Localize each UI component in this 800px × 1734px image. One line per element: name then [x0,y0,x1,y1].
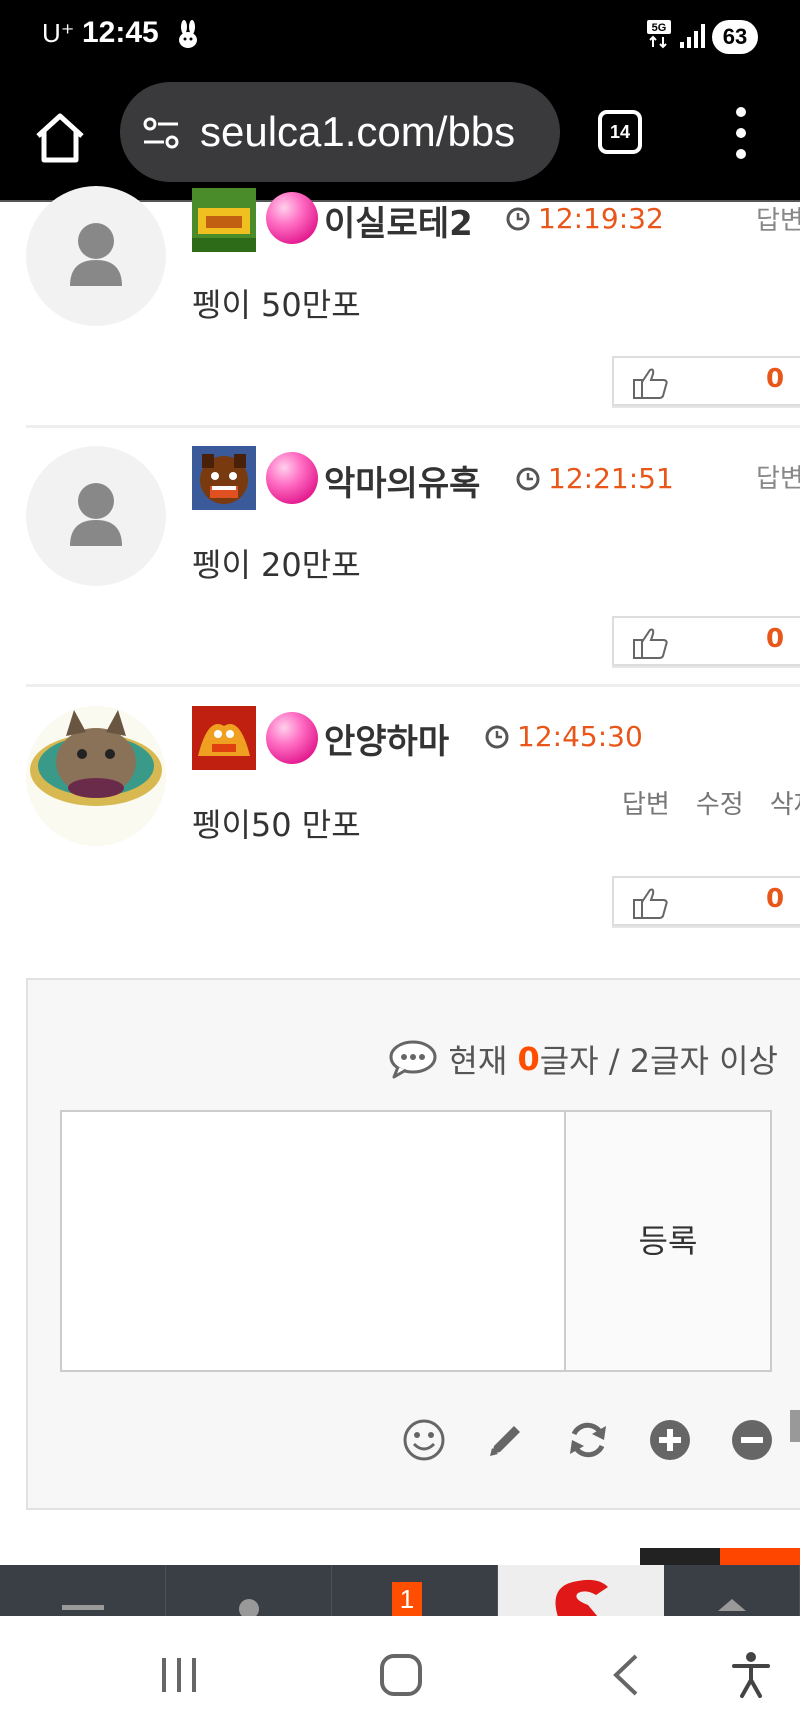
speech-bubble-icon [389,1040,437,1079]
divider [26,684,800,687]
divider [26,425,800,428]
like-button[interactable]: 0 [612,356,800,406]
counter-prefix: 현재 [448,1042,508,1080]
svg-text:5G: 5G [652,22,667,34]
char-counter: 현재 0 글자 / 2글자 이상 [388,1036,778,1082]
comment-time: 12:21:51 [548,462,674,495]
tab-switcher-button[interactable]: 14 [598,110,642,154]
rabbit-icon [179,20,197,48]
clock-time: 12:45 [82,16,159,49]
system-nav-bar [0,1616,800,1734]
menu-icon [62,1605,104,1610]
person-icon [70,223,122,286]
site-settings-icon[interactable] [140,112,182,154]
more-options-icon[interactable] [730,106,752,160]
like-button[interactable]: 0 [612,616,800,666]
scrollbar-thumb[interactable] [790,1410,800,1442]
comment-author[interactable]: 악마의유혹 [324,456,480,505]
submit-button[interactable]: 등록 [564,1110,772,1372]
comment-form: 현재 0 글자 / 2글자 이상 등록 [26,978,800,1510]
thumbs-up-icon [633,628,668,659]
person-icon [70,483,122,546]
address-bar[interactable]: seulca1.com/bbs [120,82,560,182]
s-logo-icon [498,1565,664,1617]
user-icon [239,1599,259,1619]
counter-value: 0 [517,1040,540,1078]
comment-text: 펭이 20만포 [192,546,361,584]
counter-suffix: 글자 / 2글자 이상 [539,1042,778,1080]
notification-badge: 1 [392,1582,422,1616]
thumbs-up-icon [633,368,668,399]
back-icon[interactable] [602,1650,652,1700]
site-logo[interactable] [498,1565,664,1617]
comment-author[interactable]: 이실로테2 [324,196,473,245]
level-badge-icon [192,446,256,510]
avatar-photo [26,706,166,846]
signal-icon [680,24,705,48]
like-count: 0 [766,884,785,914]
comment-actions: 답변 수정 삭제 [622,784,800,821]
accessibility-icon[interactable] [726,1650,776,1700]
home-nav-icon[interactable] [376,1650,426,1700]
like-count: 0 [766,364,785,394]
delete-link[interactable]: 삭제 [770,790,800,820]
status-bar: U⁺ 12:45 5G 63 [0,0,800,72]
site-bar-scroll-top[interactable] [664,1565,800,1617]
comment-time: 12:19:32 [538,202,664,235]
recent-apps-icon[interactable] [154,1650,204,1700]
avatar-placeholder [26,186,166,326]
comment-time: 12:45:30 [517,720,643,753]
battery-indicator: 63 [712,20,758,54]
clock-icon [506,207,530,231]
comment-textarea[interactable] [60,1110,564,1372]
url-text[interactable]: seulca1.com/bbs [200,108,550,156]
carrier-label: U⁺ [42,18,75,48]
level-badge-icon [192,188,256,252]
refresh-icon[interactable] [566,1418,610,1462]
candy-level-icon [266,712,318,764]
like-button[interactable]: 0 [612,876,800,926]
cat-avatar-image [30,710,162,806]
reply-link[interactable]: 답변 [756,458,800,495]
arrow-up-icon [718,1599,746,1611]
thumbs-up-icon [633,888,668,919]
minus-circle-icon[interactable] [730,1418,774,1462]
clock-icon [485,725,509,749]
candy-level-icon [266,452,318,504]
site-bar-profile[interactable] [166,1565,332,1619]
comment-text: 펭이 50만포 [192,286,361,324]
plus-circle-icon[interactable] [648,1418,692,1462]
edit-link[interactable]: 수정 [696,790,744,820]
screen: U⁺ 12:45 5G 63 seulca1.com/bbs 14 이실로테2 … [0,0,800,1734]
reply-link[interactable]: 답변 [622,790,670,820]
comment-author[interactable]: 안양하마 [324,714,449,763]
browser-toolbar: seulca1.com/bbs 14 [0,72,800,202]
avatar-placeholder [26,446,166,586]
5g-icon: 5G [647,20,671,49]
pencil-icon[interactable] [484,1418,528,1462]
candy-level-icon [266,192,318,244]
reply-link[interactable]: 답변 [756,200,800,237]
clock-icon [516,467,540,491]
like-count: 0 [766,624,785,654]
home-icon[interactable] [30,108,90,168]
comment-text: 펭이50 만포 [192,806,361,844]
level-badge-icon [192,706,256,770]
site-bar-menu[interactable] [0,1565,166,1617]
emoji-icon[interactable] [402,1418,446,1462]
